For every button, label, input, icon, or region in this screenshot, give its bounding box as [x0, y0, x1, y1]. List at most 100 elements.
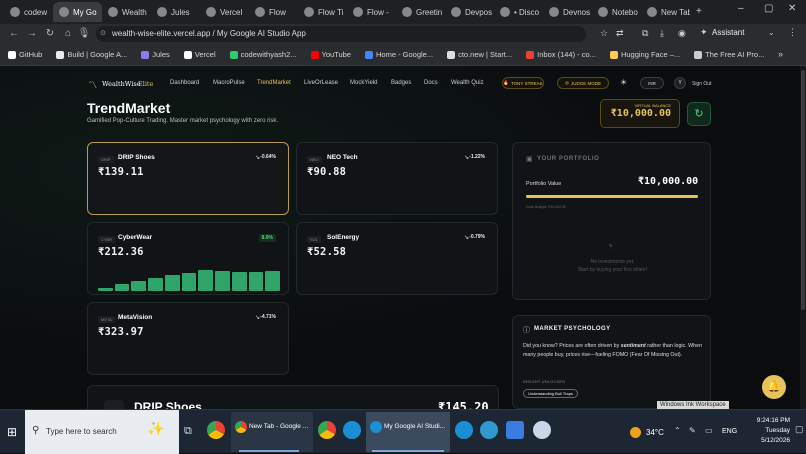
streak-label: TONY STREAK	[511, 80, 543, 86]
taskbar-window-label: New Tab - Google ...	[249, 423, 309, 430]
ticker-card[interactable]: CYBRCyberWear↗8.9%₹212.36	[87, 222, 289, 295]
taskbar-window-new-tab[interactable]: New Tab - Google ...	[231, 412, 313, 452]
bookmark-item[interactable]: Jules	[141, 50, 170, 59]
insight-button[interactable]: Understanding Bull Traps	[523, 389, 578, 398]
bookmark-item[interactable]: The Free AI Pro...	[694, 50, 764, 59]
browser-tab[interactable]: Greetin	[396, 2, 445, 22]
weather-sun-icon[interactable]	[630, 427, 641, 438]
nav-link-liveorlease[interactable]: LiveOrLease	[304, 80, 338, 86]
site-info-icon[interactable]: ⊙	[100, 26, 106, 42]
bookmark-item[interactable]: cto.new | Start...	[447, 50, 512, 59]
extensions-icon[interactable]: ⧉	[642, 28, 648, 39]
reload-icon[interactable]: ↻	[42, 28, 58, 39]
browser-tab[interactable]: Devpos	[445, 2, 494, 22]
bookmark-star-icon[interactable]: ☆	[600, 28, 608, 39]
browser-tab[interactable]: Wealth	[102, 2, 151, 22]
sign-out-link[interactable]: Sign Out	[692, 81, 711, 87]
new-tab-button[interactable]: +	[696, 6, 702, 17]
profile-icon[interactable]: ◉	[678, 28, 686, 39]
browser-tab[interactable]: Flow	[249, 2, 298, 22]
judge-mode-button[interactable]: ◎ JUDGE MODE	[557, 77, 609, 89]
browser-tab[interactable]: Notebo	[592, 2, 641, 22]
ticker-tag: NEO	[307, 156, 322, 163]
store-icon[interactable]	[506, 421, 524, 439]
bookmark-item[interactable]: YouTube	[310, 50, 351, 59]
ticker-card[interactable]: DRIP DRIP Shoes ↘ -0.64% ₹139.11	[87, 142, 289, 215]
scrollbar-thumb[interactable]	[801, 70, 805, 310]
notification-button[interactable]: 🔔	[762, 375, 786, 399]
currency-toggle[interactable]: INR	[640, 77, 664, 89]
ink-workspace-tooltip: Windows Ink Workspace	[657, 401, 729, 409]
avatar[interactable]: Y	[674, 77, 686, 89]
clock[interactable]: 9:24:16 PM Tuesday 5/12/2026	[742, 416, 790, 446]
windows-start-icon[interactable]: ⊞	[7, 425, 17, 439]
language-indicator[interactable]: ENG	[722, 428, 737, 435]
bookmark-item[interactable]: Inbox (144) - co...	[526, 50, 596, 59]
ticker-card[interactable]: NEO NEO Tech ↘ -1.22% ₹90.88	[296, 142, 498, 215]
bookmark-item[interactable]: Hugging Face –...	[609, 50, 680, 59]
share-icon[interactable]: ⇄	[616, 28, 624, 39]
browser-tab-strip: codew My Go Wealth Jules Vercel Flow Flow Ti Fl…	[0, 0, 806, 24]
bookmark-favicon-icon	[526, 50, 535, 59]
maximize-icon[interactable]: ▢	[764, 3, 773, 14]
nav-link-wealth-quiz[interactable]: Wealth Quiz	[451, 80, 484, 86]
nav-link-mockyield[interactable]: MockYield	[350, 80, 377, 86]
browser-tab[interactable]: Jules	[151, 2, 200, 22]
notification-center-icon[interactable]: ▢	[795, 424, 804, 435]
streak-badge[interactable]: 🔥 TONY STREAK	[502, 77, 544, 89]
browser-tab[interactable]: codew	[4, 2, 53, 22]
refresh-button[interactable]: ↻	[687, 102, 711, 126]
home-icon[interactable]: ⌂	[60, 28, 76, 39]
nav-link-trendmarket[interactable]: TrendMarket	[257, 80, 291, 86]
browser-tab[interactable]: • Disco	[494, 2, 543, 22]
browser-tab[interactable]: My Go	[53, 2, 102, 22]
monitor-icon[interactable]: ▭	[705, 426, 713, 435]
edge-icon[interactable]	[455, 421, 473, 439]
assistant-button[interactable]: Assistant	[712, 28, 744, 37]
ticker-card[interactable]: META MetaVision ↘ -4.71% ₹323.97	[87, 302, 289, 375]
ticker-change: -0.64%	[260, 154, 276, 160]
back-icon[interactable]: ←	[6, 28, 22, 39]
bookmark-item[interactable]: GitHub	[8, 50, 42, 59]
browser-tab[interactable]: Flow Ti	[298, 2, 347, 22]
temperature[interactable]: 34°C	[646, 428, 664, 437]
download-icon[interactable]: ⤓	[660, 28, 664, 39]
menu-icon[interactable]: ⋮	[788, 27, 797, 38]
brand-name[interactable]: WealthWise	[102, 80, 141, 88]
bookmark-item[interactable]: codewithyash2...	[229, 50, 297, 59]
browser-tab[interactable]: Flow -	[347, 2, 396, 22]
bookmark-item[interactable]: Vercel	[183, 50, 216, 59]
copilot-icon[interactable]	[480, 421, 498, 439]
taskbar-search-box[interactable]: ⚲ Type here to search ✨	[25, 410, 179, 454]
taskbar-window-ai-studio[interactable]: My Google AI Studi...	[366, 412, 450, 452]
nav-link-badges[interactable]: Badges	[391, 80, 411, 86]
pen-icon[interactable]: ✎	[689, 426, 696, 435]
bookmarks-overflow-button[interactable]: »	[778, 49, 783, 59]
nav-link-macropulse[interactable]: MacroPulse	[213, 80, 245, 86]
bookmark-label: Jules	[152, 50, 170, 59]
task-view-icon[interactable]: ⧉	[184, 425, 192, 438]
nav-link-docs[interactable]: Docs	[424, 80, 438, 86]
browser-tab[interactable]: Devnos	[543, 2, 592, 22]
forward-icon[interactable]: →	[24, 28, 40, 39]
close-window-icon[interactable]: ✕	[788, 3, 796, 14]
bookmark-item[interactable]: Build | Google A...	[56, 50, 127, 59]
ticker-card[interactable]: SOL SolEnergy ↘ -0.79% ₹52.58	[296, 222, 498, 295]
page-scrollbar[interactable]	[800, 66, 806, 409]
chrome-icon[interactable]	[318, 421, 336, 439]
nav-link-dashboard[interactable]: Dashboard	[170, 80, 199, 86]
browser-tab[interactable]: Vercel	[200, 2, 249, 22]
url-input[interactable]: ⊙ wealth-wise-elite.vercel.app / My Goog…	[96, 26, 586, 42]
theme-toggle-icon[interactable]: ☀	[620, 78, 627, 87]
newtab-icon	[647, 7, 657, 17]
browser-tab[interactable]: New Tab	[641, 2, 690, 22]
chat-icon[interactable]	[533, 421, 551, 439]
discord-icon	[500, 7, 510, 17]
microphone-icon[interactable]: 🎙	[76, 28, 92, 39]
chevron-down-icon[interactable]: ⌄	[768, 28, 775, 37]
chevron-up-icon[interactable]: ⌃	[674, 426, 681, 435]
minimize-icon[interactable]: –	[738, 3, 744, 14]
chrome-icon[interactable]	[207, 421, 225, 439]
edge-icon[interactable]	[343, 421, 361, 439]
bookmark-item[interactable]: Home - Google...	[364, 50, 433, 59]
